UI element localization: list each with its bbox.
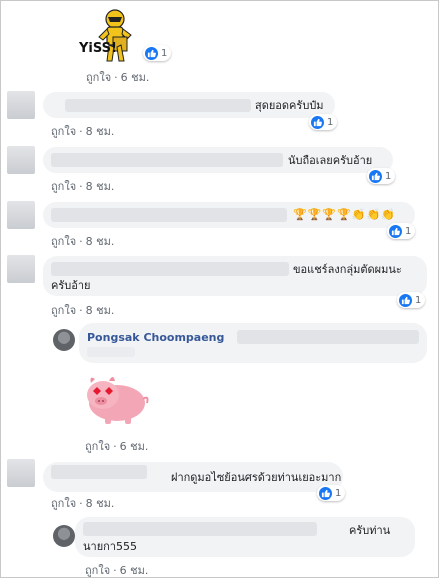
like-link[interactable]: ถูกใจ [51, 235, 76, 248]
comment-text: ขอแชร์ลงกลุ่มตัดผมนะ [293, 263, 402, 276]
comment-bubble: ครับท่าน นายกา555 [75, 517, 415, 557]
like-link[interactable]: ถูกใจ [51, 304, 76, 317]
reaction-badge[interactable]: 1 [387, 223, 416, 239]
timestamp[interactable]: 6 ชม. [121, 71, 150, 84]
avatar[interactable] [53, 329, 75, 351]
redacted-name [51, 153, 283, 167]
reaction-badge[interactable]: 1 [367, 168, 396, 184]
like-link[interactable]: ถูกใจ [86, 71, 111, 84]
comment-meta: ถูกใจ · 8 ชม. [51, 122, 114, 140]
comment-text: นับถือเลยครับอ้าย [288, 154, 373, 167]
timestamp[interactable]: 8 ชม. [86, 180, 115, 193]
comment-meta: ถูกใจ · 8 ชม. [51, 232, 114, 250]
like-icon [389, 224, 402, 238]
separator: · [113, 440, 117, 453]
avatar[interactable] [7, 201, 35, 229]
redacted-name [237, 330, 419, 344]
comment-thread: YiSS! 1 ถูกใจ · 6 ชม. สุดยอดครับป๋ม 1 ถูกใ… [0, 0, 439, 578]
reaction-badge[interactable]: 1 [317, 485, 346, 501]
like-link[interactable]: ถูกใจ [51, 180, 76, 193]
redacted-text [87, 347, 135, 357]
avatar[interactable] [7, 146, 35, 174]
like-icon [319, 486, 332, 500]
reaction-count: 1 [335, 487, 342, 499]
redacted-name [51, 262, 289, 276]
like-link[interactable]: ถูกใจ [85, 440, 110, 453]
separator: · [79, 125, 83, 138]
timestamp[interactable]: 8 ชม. [86, 304, 115, 317]
reaction-badge[interactable]: 1 [397, 292, 426, 308]
like-icon [145, 46, 158, 60]
comment-bubble: ฝากดูมอไซย้อนศรด้วยท่านเยอะมาก [43, 462, 343, 492]
comment-meta: ถูกใจ · 8 ชม. [51, 494, 114, 512]
reaction-count: 1 [415, 294, 422, 306]
comment-bubble: สุดยอดครับป๋ม [43, 92, 335, 118]
timestamp[interactable]: 8 ชม. [86, 235, 115, 248]
separator: · [79, 497, 83, 510]
comment-text: ครับท่าน [349, 524, 391, 537]
timestamp[interactable]: 8 ชม. [86, 125, 115, 138]
redacted-name [83, 522, 317, 536]
comment-text: ฝากดูมอไซย้อนศรด้วยท่านเยอะมาก [171, 471, 342, 484]
redacted-name [51, 208, 287, 222]
comment-text: สุดยอดครับป๋ม [255, 99, 324, 112]
pig-sticker [79, 369, 151, 427]
author-name[interactable]: Pongsak Choompaeng [87, 330, 224, 345]
separator: · [114, 71, 118, 84]
comment-text-line2: นายกา555 [83, 540, 137, 553]
separator: · [79, 235, 83, 248]
comment-meta: ถูกใจ · 6 ชม. [86, 68, 149, 86]
comment-bubble: Pongsak Choompaeng [79, 323, 427, 363]
avatar[interactable] [7, 91, 35, 119]
avatar[interactable] [7, 459, 35, 487]
reaction-badge[interactable]: 1 [309, 114, 338, 130]
reaction-count: 1 [327, 116, 334, 128]
reaction-badge[interactable]: 1 [143, 45, 172, 61]
like-link[interactable]: ถูกใจ [51, 125, 76, 138]
reaction-count: 1 [405, 225, 412, 237]
reaction-count: 1 [385, 170, 392, 182]
timestamp[interactable]: 8 ชม. [86, 497, 115, 510]
comment-bubble: นับถือเลยครับอ้าย [43, 147, 393, 173]
timestamp[interactable]: 6 ชม. [120, 564, 149, 577]
comment-text-line2: ครับอ้าย [51, 279, 91, 292]
like-link[interactable]: ถูกใจ [51, 497, 76, 510]
sticker-yiss-text: YiSS! [79, 41, 117, 56]
comment-meta: ถูกใจ · 8 ชม. [51, 301, 114, 319]
redacted-name [51, 465, 147, 479]
emoji-text: 🏆🏆🏆🏆👏👏👏 [293, 208, 396, 221]
avatar[interactable] [7, 255, 35, 283]
comment-bubble: 🏆🏆🏆🏆👏👏👏 [43, 202, 415, 228]
timestamp[interactable]: 6 ชม. [120, 440, 149, 453]
comment-bubble: ขอแชร์ลงกลุ่มตัดผมนะ ครับอ้าย [43, 256, 427, 296]
comment-meta: ถูกใจ · 6 ชม. [85, 561, 148, 579]
separator: · [113, 564, 117, 577]
comment-meta: ถูกใจ · 6 ชม. [85, 437, 148, 455]
reaction-count: 1 [161, 47, 168, 59]
like-icon [369, 169, 382, 183]
like-icon [311, 115, 324, 129]
comment-meta: ถูกใจ · 8 ชม. [51, 177, 114, 195]
like-link[interactable]: ถูกใจ [85, 564, 110, 577]
sticker-yiss: YiSS! [79, 7, 141, 65]
avatar[interactable] [53, 525, 75, 547]
like-icon [399, 293, 412, 307]
redacted-name [65, 99, 251, 112]
separator: · [79, 180, 83, 193]
separator: · [79, 304, 83, 317]
